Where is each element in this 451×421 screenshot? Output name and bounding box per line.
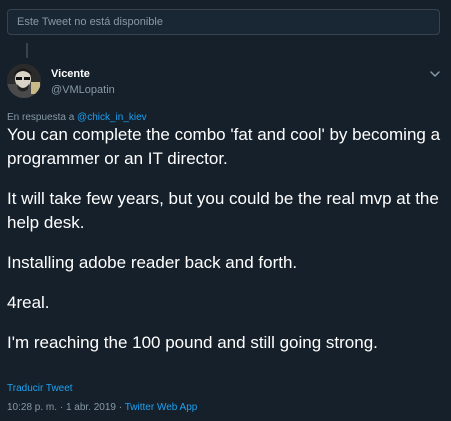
unavailable-tweet-box[interactable]: Este Tweet no está disponible <box>7 9 440 35</box>
reply-mention-link[interactable]: @chick_in_kiev <box>77 112 147 123</box>
meta-separator: · <box>118 402 123 413</box>
avatar[interactable] <box>7 64 41 98</box>
tweet-time[interactable]: 10:28 p. m. <box>7 402 57 413</box>
tweet-paragraph: Installing adobe reader back and forth. <box>7 253 298 272</box>
tweet-metadata: 10:28 p. m. · 1 abr. 2019 · Twitter Web … <box>7 402 197 413</box>
reply-prefix: En respuesta a <box>7 112 75 123</box>
avatar-image <box>7 64 41 98</box>
thread-connector-line <box>26 43 28 58</box>
author-display-name[interactable]: Vicente <box>51 68 90 80</box>
unavailable-notice: Este Tweet no está disponible <box>17 16 163 28</box>
tweet-paragraph: 4real. <box>7 293 50 312</box>
translate-tweet-link[interactable]: Traducir Tweet <box>7 383 73 394</box>
author-handle[interactable]: @VMLopatin <box>51 84 115 96</box>
tweet-date[interactable]: 1 abr. 2019 <box>66 402 116 413</box>
meta-separator: · <box>59 402 64 413</box>
source-app-link[interactable]: Twitter Web App <box>125 402 198 413</box>
reply-context: En respuesta a @chick_in_kiev <box>7 112 147 123</box>
tweet-paragraph: It will take few years, but you could be… <box>7 189 439 232</box>
chevron-down-icon[interactable] <box>428 67 442 81</box>
tweet-text: You can complete the combo 'fat and cool… <box>7 123 447 355</box>
tweet-page: Este Tweet no está disponible Vicente @V… <box>0 0 451 421</box>
tweet-paragraph: You can complete the combo 'fat and cool… <box>7 125 441 168</box>
tweet-paragraph: I'm reaching the 100 pound and still goi… <box>7 333 378 352</box>
